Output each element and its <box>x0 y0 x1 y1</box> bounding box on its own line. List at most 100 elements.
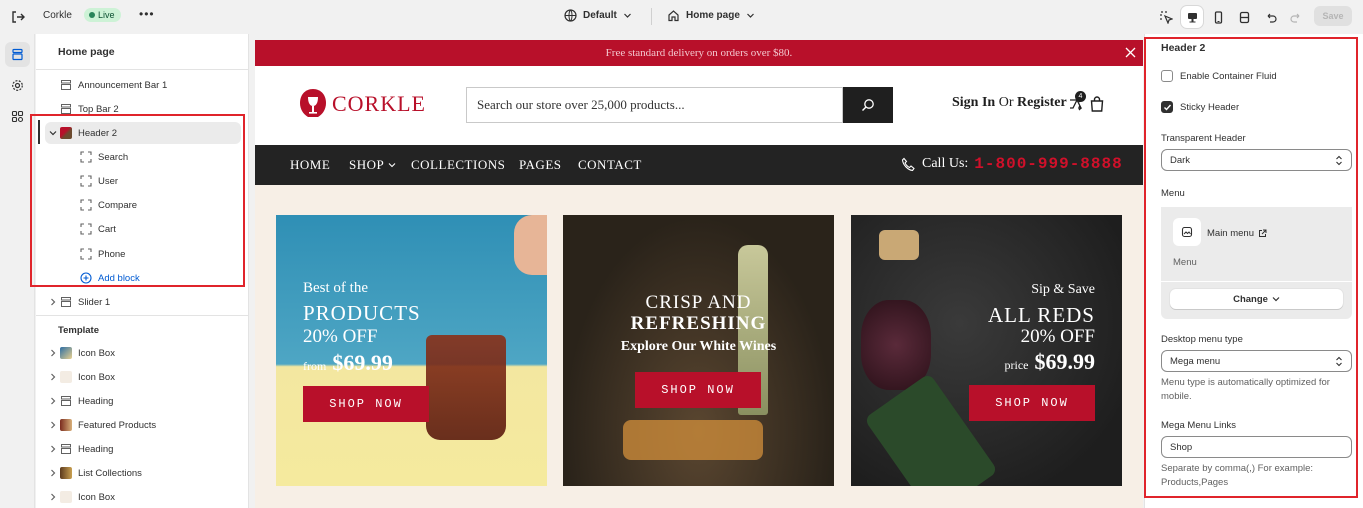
section-icon-box[interactable]: Icon Box <box>36 486 248 508</box>
chevron-right-icon[interactable] <box>48 297 58 307</box>
panel-title: Home page <box>58 46 115 58</box>
nav-pages[interactable]: PAGES <box>519 157 561 173</box>
section-icon <box>61 396 71 406</box>
section-label: Heading <box>78 443 114 455</box>
desktop-icon <box>1187 12 1197 22</box>
phone-number[interactable]: 1-800-999-8888 <box>974 155 1122 173</box>
menu-thumbnail <box>1173 218 1201 246</box>
theme-selector[interactable]: Default <box>564 9 632 22</box>
enable-container-fluid-checkbox[interactable] <box>1161 70 1173 82</box>
account-links: Sign In Or Register <box>952 95 1067 111</box>
undo-button[interactable] <box>1259 6 1281 28</box>
nav-shop[interactable]: SHOP <box>349 157 396 173</box>
desktop-menu-type-select[interactable]: Mega menu <box>1161 350 1352 372</box>
section-thumbnail-icon <box>60 371 72 383</box>
sign-in-link[interactable]: Sign In <box>952 95 995 110</box>
register-link[interactable]: Register <box>1017 95 1067 110</box>
section-icon-box[interactable]: Icon Box <box>36 366 248 388</box>
chevron-right-icon[interactable] <box>48 468 58 478</box>
save-button[interactable]: Save <box>1314 6 1352 26</box>
promo-banner-3[interactable]: Sip & Save ALL REDS 20% OFF price $69.99 … <box>851 215 1122 486</box>
store-search-input[interactable]: Search our store over 25,000 products... <box>466 87 843 123</box>
sections-button[interactable] <box>5 42 30 67</box>
menu-name-label: Main menu <box>1207 228 1254 239</box>
section-list-collections[interactable]: List Collections <box>36 462 248 484</box>
sticky-header-option[interactable]: Sticky Header <box>1161 101 1239 113</box>
nav-home[interactable]: HOME <box>290 157 330 173</box>
chevron-down-icon[interactable] <box>48 128 58 138</box>
transparent-header-select[interactable]: Dark <box>1161 149 1352 171</box>
grapes-image <box>861 300 931 390</box>
apps-button[interactable] <box>5 104 30 129</box>
section-icon-box[interactable]: Icon Box <box>36 342 248 364</box>
settings-title: Header 2 <box>1161 42 1206 54</box>
block-phone[interactable]: Phone <box>36 243 248 265</box>
block-cart[interactable]: Cart <box>36 218 248 240</box>
section-announcement-bar[interactable]: Announcement Bar 1 <box>36 74 248 96</box>
add-block-button[interactable]: Add block <box>36 267 248 289</box>
chevron-right-icon[interactable] <box>48 444 58 454</box>
nav-collections[interactable]: COLLECTIONS <box>411 157 505 173</box>
cart-bag-icon[interactable] <box>1090 96 1104 112</box>
live-badge-label: Live <box>98 10 115 20</box>
cocktail-glass-image <box>426 335 506 440</box>
add-block-label: Add block <box>98 272 140 284</box>
section-label: Icon Box <box>78 371 115 383</box>
block-icon <box>80 199 92 211</box>
redo-icon <box>1289 13 1299 23</box>
section-heading[interactable]: Heading <box>36 390 248 412</box>
page-selector[interactable]: Home page <box>667 9 755 22</box>
mobile-view-button[interactable] <box>1207 6 1229 28</box>
section-slider[interactable]: Slider 1 <box>36 291 248 313</box>
shop-now-button[interactable]: SHOP NOW <box>969 385 1095 421</box>
mega-menu-links-input[interactable]: Shop <box>1161 436 1352 458</box>
promo-banner-1[interactable]: Best of the PRODUCTS 20% OFF from $69.99 … <box>276 215 547 486</box>
theme-settings-button[interactable] <box>5 73 30 98</box>
section-thumbnail-icon <box>60 347 72 359</box>
fullscreen-view-button[interactable] <box>1233 6 1255 28</box>
section-featured-products[interactable]: Featured Products <box>36 414 248 436</box>
store-search-button[interactable] <box>843 87 893 123</box>
enable-container-fluid-option[interactable]: Enable Container Fluid <box>1161 70 1277 82</box>
home-icon <box>668 10 679 22</box>
shop-now-button[interactable]: SHOP NOW <box>635 372 761 408</box>
announcement-text: Free standard delivery on orders over $8… <box>605 47 793 59</box>
chevron-right-icon[interactable] <box>48 396 58 406</box>
block-search[interactable]: Search <box>36 146 248 168</box>
section-heading[interactable]: Heading <box>36 438 248 460</box>
layout-icon <box>1239 11 1249 23</box>
banner-price-row: price $69.99 <box>1005 349 1095 375</box>
live-badge: Live <box>84 8 121 22</box>
menu-name-link[interactable]: Main menu <box>1207 228 1267 239</box>
sticky-header-checkbox[interactable] <box>1161 101 1173 113</box>
banner-subheading: Explore Our White Wines <box>620 339 777 354</box>
chevron-right-icon[interactable] <box>48 348 58 358</box>
block-icon <box>80 151 92 163</box>
section-top-bar[interactable]: Top Bar 2 <box>36 98 248 120</box>
section-header-2[interactable]: Header 2 <box>45 122 241 144</box>
block-compare[interactable]: Compare <box>36 194 248 216</box>
change-menu-button[interactable]: Change <box>1170 289 1343 309</box>
site-logo[interactable]: CORKLE <box>298 88 426 120</box>
redo-button[interactable] <box>1285 6 1307 28</box>
section-label: Icon Box <box>78 347 115 359</box>
chevron-right-icon[interactable] <box>48 420 58 430</box>
inspector-button[interactable] <box>1155 6 1177 28</box>
shop-now-button[interactable]: SHOP NOW <box>303 386 429 422</box>
call-label: Call Us: <box>922 156 969 171</box>
call-us: Call Us: 1-800-999-8888 <box>901 155 1123 173</box>
chevron-down-icon <box>388 163 395 168</box>
close-icon[interactable] <box>1124 46 1137 59</box>
mega-menu-links-value: Shop <box>1170 441 1193 453</box>
chevron-right-icon[interactable] <box>48 492 58 502</box>
desktop-view-button[interactable] <box>1181 6 1203 28</box>
cheese-board-image <box>623 420 763 460</box>
promo-banner-2[interactable]: CRISP AND REFRESHING Explore Our White W… <box>563 215 834 486</box>
nav-contact[interactable]: CONTACT <box>578 157 642 173</box>
block-label: Phone <box>98 248 126 260</box>
undo-icon <box>1267 13 1277 23</box>
more-actions-button[interactable]: ••• <box>139 7 155 21</box>
block-user[interactable]: User <box>36 170 248 192</box>
exit-icon[interactable] <box>10 9 26 25</box>
chevron-right-icon[interactable] <box>48 372 58 382</box>
